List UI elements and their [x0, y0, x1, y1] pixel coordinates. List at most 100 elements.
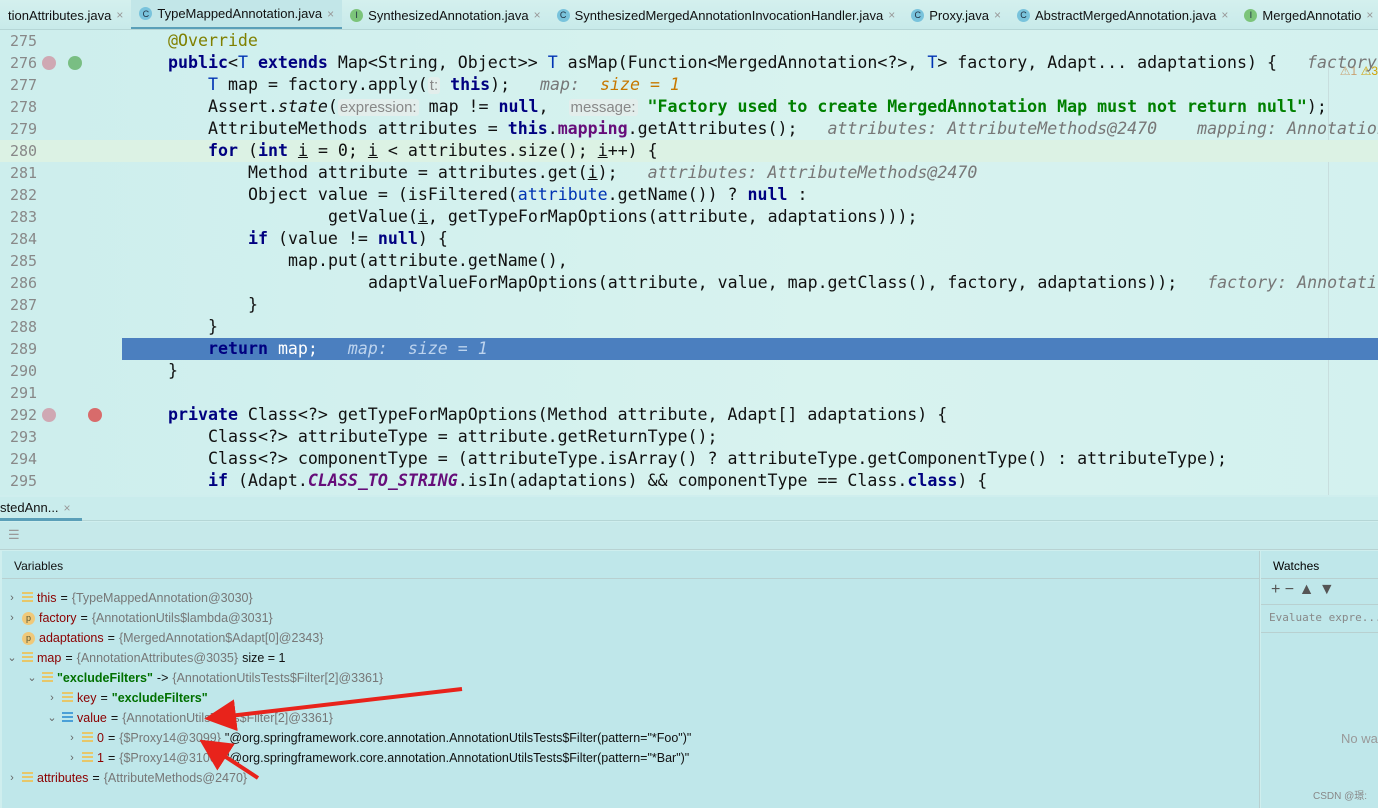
line-number[interactable]: 282	[10, 184, 40, 206]
code-line: 294 Class<?> componentType = (attributeTy…	[0, 448, 1378, 470]
line-number[interactable]: 284	[10, 228, 40, 250]
line-number[interactable]: 276	[10, 52, 40, 74]
line-number[interactable]: 289	[10, 338, 40, 360]
variable-row[interactable]: › attributes = {AttributeMethods@2470}	[6, 768, 247, 788]
line-number[interactable]: 295	[10, 470, 40, 492]
collapse-icon[interactable]: ⌄	[46, 708, 58, 728]
line-number[interactable]: 290	[10, 360, 40, 382]
equals-sign: =	[110, 711, 119, 725]
code-text: T map = factory.apply(t: this); map: siz…	[208, 74, 680, 97]
editor-tab[interactable]: C AbstractMergedAnnotation.java ×	[1009, 0, 1236, 29]
code-token: i	[417, 207, 428, 226]
implements-icon[interactable]	[68, 56, 82, 70]
evaluate-expression-input[interactable]: Evaluate expre...	[1261, 605, 1378, 633]
line-number[interactable]: 293	[10, 426, 40, 448]
code-token: asMap(Function<MergedAnnotation<?>,	[557, 53, 928, 72]
code-line: 285 map.put(attribute.getName(),	[0, 250, 1378, 272]
code-token: }	[248, 295, 258, 314]
code-text: }	[168, 360, 178, 382]
tab-label: MergedAnnotatio	[1262, 7, 1362, 23]
editor-tab[interactable]: C TypeMappedAnnotation.java ×	[131, 0, 343, 29]
variable-extra: "@org.springframework.core.annotation.An…	[224, 731, 692, 745]
expand-icon[interactable]: ›	[66, 728, 78, 748]
variable-name: attributes	[37, 771, 89, 785]
close-icon[interactable]: ×	[888, 8, 895, 22]
inline-debug-value: attributes: AttributeMethods@2470	[647, 163, 978, 182]
expand-icon[interactable]: ›	[46, 688, 58, 708]
variable-row[interactable]: › p factory = {AnnotationUtils$lambda@3031…	[6, 608, 273, 628]
close-icon[interactable]: ×	[1221, 8, 1228, 22]
line-number[interactable]: 291	[10, 382, 40, 404]
editor-tab[interactable]: I MergedAnnotatio ×	[1236, 0, 1378, 29]
code-line: 292 private Class<?> getTypeForMapOptions…	[0, 404, 1378, 426]
editor-tab[interactable]: tionAttributes.java ×	[0, 0, 131, 29]
watches-toolbar[interactable]: + − ▲ ▼	[1261, 579, 1378, 605]
close-icon[interactable]: ×	[534, 8, 541, 22]
variable-row[interactable]: › key = "excludeFilters"	[46, 688, 208, 708]
variable-value: {$Proxy14@3100}	[119, 751, 221, 765]
breakpoint-icon[interactable]	[88, 408, 102, 422]
override-method-icon[interactable]	[42, 56, 56, 70]
variable-row[interactable]: › 1 = {$Proxy14@3100} "@org.springframewo…	[66, 748, 689, 768]
code-text: if (Adapt.CLASS_TO_STRING.isIn(adaptatio…	[208, 470, 987, 492]
editor-tab[interactable]: C SynthesizedMergedAnnotationInvocationHa…	[549, 0, 904, 29]
line-number[interactable]: 283	[10, 206, 40, 228]
equals-sign: =	[80, 611, 88, 625]
variable-row[interactable]: › 0 = {$Proxy14@3099} "@org.springframewo…	[66, 728, 691, 748]
code-token: Class<?> getTypeForMapOptions(Method att…	[237, 405, 948, 424]
line-number[interactable]: 287	[10, 294, 40, 316]
expand-icon[interactable]: ›	[6, 608, 18, 628]
code-token: CLASS_TO_STRING	[307, 471, 458, 490]
code-line: 295 if (Adapt.CLASS_TO_STRING.isIn(adapta…	[0, 470, 1378, 492]
code-token: map;	[267, 339, 348, 358]
editor-tab[interactable]: C Proxy.java ×	[903, 0, 1009, 29]
line-number[interactable]: 280	[10, 140, 40, 162]
close-icon[interactable]: ×	[1366, 8, 1373, 22]
line-number[interactable]: 286	[10, 272, 40, 294]
code-token: class	[907, 471, 958, 490]
line-number[interactable]: 277	[10, 74, 40, 96]
code-token: (	[327, 97, 338, 116]
variable-row[interactable]: p adaptations = {MergedAnnotation$Adapt[0…	[6, 628, 323, 648]
line-number[interactable]: 281	[10, 162, 40, 184]
close-icon[interactable]: ×	[994, 8, 1001, 22]
code-token: this	[507, 119, 548, 138]
code-text: for (int i = 0; i < attributes.size(); i…	[208, 140, 658, 162]
code-token: .isIn(adaptations) && componentType == C…	[457, 471, 908, 490]
variable-value: {AnnotationUtilsTests$Filter[2]@3361}	[122, 711, 333, 725]
code-token: .getName()) ?	[607, 185, 748, 204]
collapse-icon[interactable]: ⌄	[26, 668, 38, 688]
line-number[interactable]: 279	[10, 118, 40, 140]
line-number[interactable]: 294	[10, 448, 40, 470]
tab-label: SynthesizedAnnotation.java	[368, 7, 529, 23]
code-token: return	[208, 339, 268, 358]
code-text: return map; map: size = 1	[208, 338, 488, 360]
collapse-icon[interactable]: ⌄	[6, 648, 18, 668]
code-token: (	[237, 141, 258, 160]
debug-session-tab[interactable]: stedAnn... ×	[0, 497, 82, 521]
variable-value: {AnnotationAttributes@3035}	[76, 651, 239, 665]
expand-icon[interactable]: ›	[6, 588, 18, 608]
line-number[interactable]: 278	[10, 96, 40, 118]
code-editor[interactable]: ⚠1 ⚠3 275 @Override 276 public<T extends Ma…	[0, 30, 1378, 495]
variable-row[interactable]: › this = {TypeMappedAnnotation@3030}	[6, 588, 253, 608]
code-line: 293 Class<?> attributeType = attribute.ge…	[0, 426, 1378, 448]
line-number[interactable]: 292	[10, 404, 40, 426]
editor-tab[interactable]: I SynthesizedAnnotation.java ×	[342, 0, 548, 29]
close-icon[interactable]: ×	[116, 8, 123, 22]
close-icon[interactable]: ×	[327, 7, 334, 21]
expand-icon[interactable]: ›	[6, 768, 18, 788]
code-token: (Adapt.	[227, 471, 308, 490]
variable-row[interactable]: ⌄ map = {AnnotationAttributes@3035} size …	[6, 648, 285, 668]
variable-row[interactable]: ⌄ "excludeFilters" -> {AnnotationUtilsTes…	[26, 668, 383, 688]
variable-row[interactable]: ⌄ value = {AnnotationUtilsTests$Filter[2]…	[46, 708, 333, 728]
line-number[interactable]: 285	[10, 250, 40, 272]
line-number[interactable]: 275	[10, 30, 40, 52]
line-number[interactable]: 288	[10, 316, 40, 338]
interface-icon: I	[350, 8, 364, 22]
layout-settings-icon[interactable]: ☰	[8, 527, 20, 543]
code-line: 287}	[0, 294, 1378, 316]
expand-icon[interactable]: ›	[66, 748, 78, 768]
method-icon[interactable]	[42, 408, 56, 422]
close-icon[interactable]: ×	[64, 501, 71, 515]
